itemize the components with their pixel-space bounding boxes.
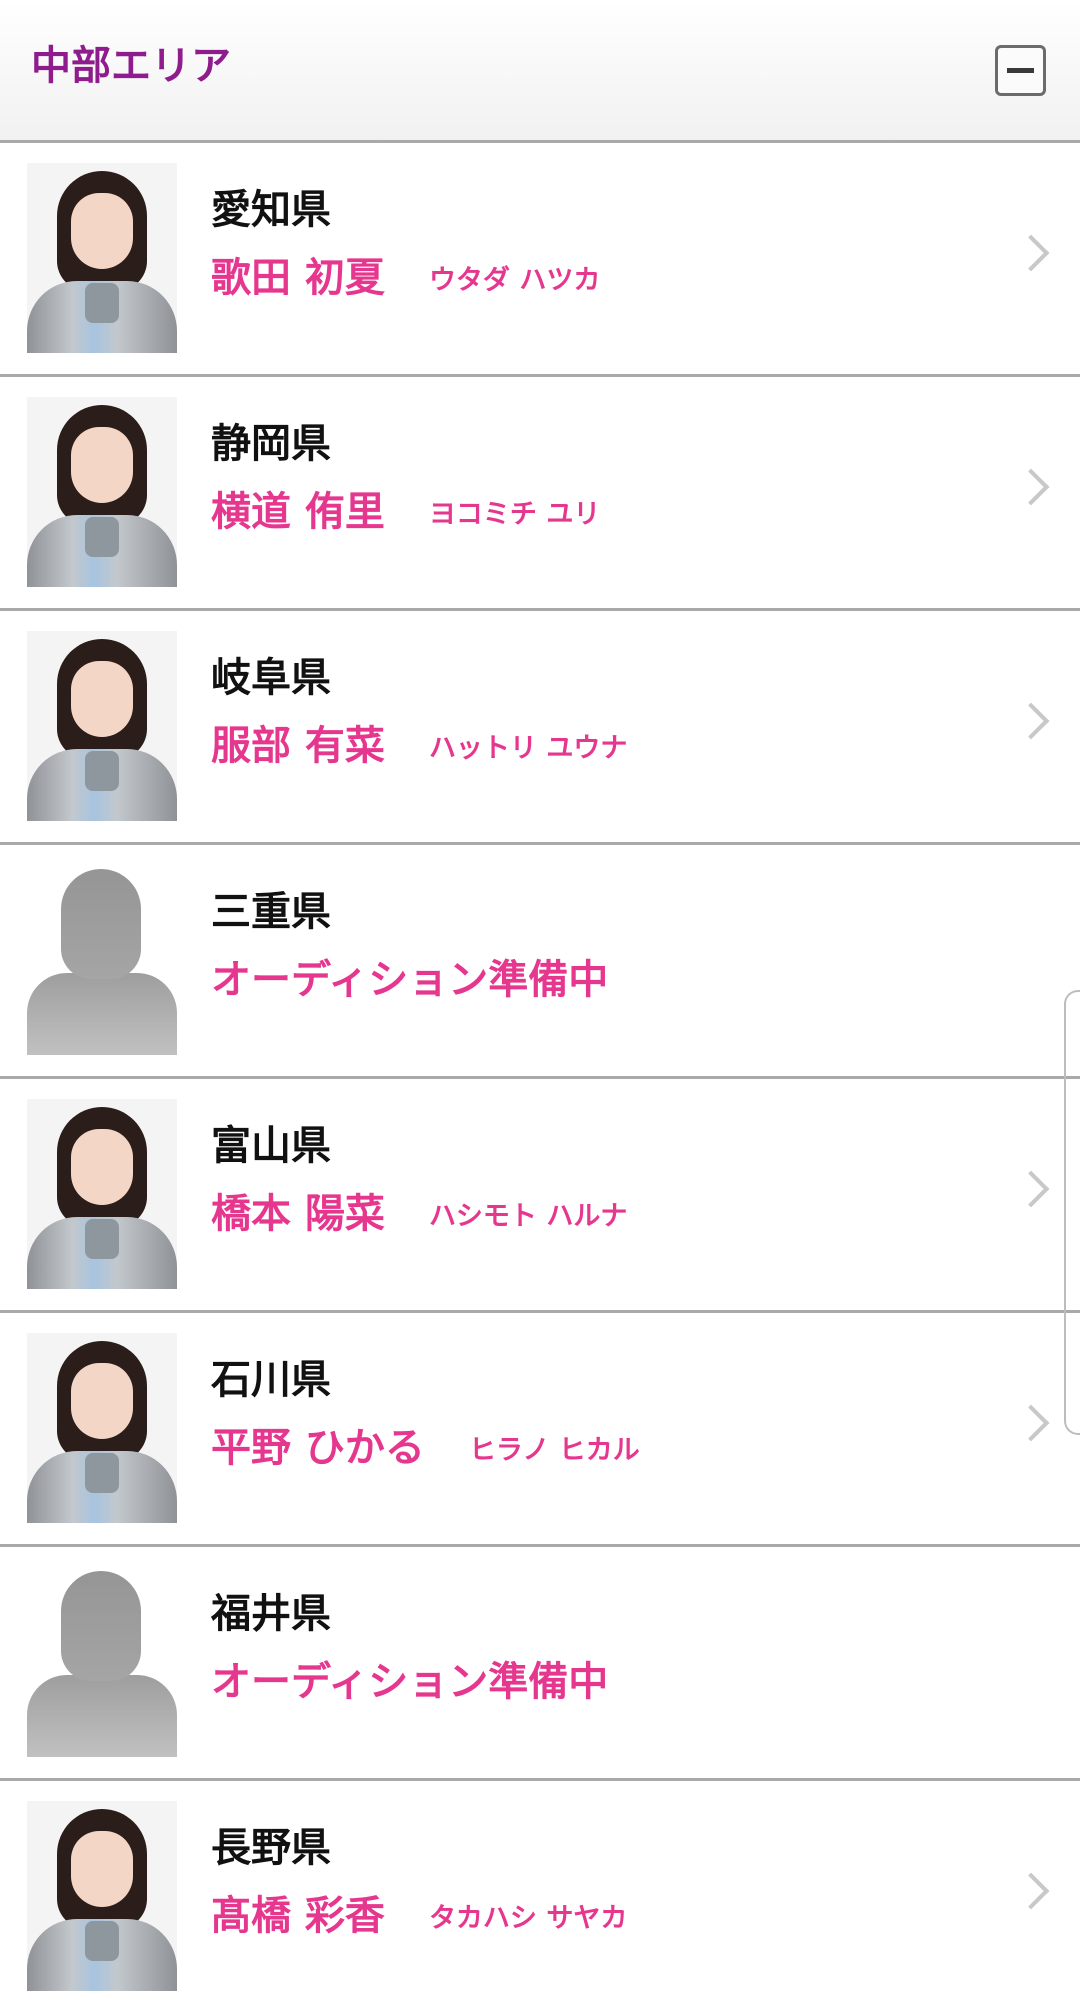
audition-status: オーディション準備中 (211, 957, 609, 1003)
member-name: 歌田 初夏 (211, 255, 385, 301)
chevron-right-icon (1012, 702, 1050, 740)
minus-icon (1007, 68, 1034, 73)
prefecture-label: 三重県 (211, 889, 331, 935)
member-kana: タカハシ サヤカ (428, 1903, 628, 1934)
member-photo (27, 1801, 177, 1991)
silhouette-placeholder (27, 1567, 177, 1757)
member-kana: ヒラノ ヒカル (468, 1435, 640, 1466)
member-row-shizuoka[interactable]: 静岡県 横道 侑里 ヨコミチ ユリ (0, 377, 1080, 611)
member-row-aichi[interactable]: 愛知県 歌田 初夏 ウタダ ハツカ (0, 143, 1080, 377)
chevron-right-icon (1012, 234, 1050, 272)
prefecture-label: 長野県 (211, 1825, 331, 1871)
prefecture-label: 富山県 (211, 1123, 331, 1169)
member-kana: ヨコミチ ユリ (428, 499, 601, 530)
member-photo (27, 1099, 177, 1289)
silhouette-placeholder (27, 865, 177, 1055)
member-name: 平野 ひかる (211, 1425, 425, 1471)
member-kana: ハシモト ハルナ (428, 1201, 628, 1232)
member-name: 橋本 陽菜 (211, 1191, 385, 1237)
member-kana: ハットリ ユウナ (428, 733, 628, 764)
collapse-button[interactable] (995, 45, 1046, 96)
member-row-gifu[interactable]: 岐阜県 服部 有菜 ハットリ ユウナ (0, 611, 1080, 845)
member-row-ishikawa[interactable]: 石川県 平野 ひかる ヒラノ ヒカル (0, 1313, 1080, 1547)
member-kana: ウタダ ハツカ (428, 265, 601, 296)
area-title: 中部エリア (31, 43, 231, 89)
member-photo (27, 1333, 177, 1523)
prefecture-label: 岐阜県 (211, 655, 331, 701)
prefecture-label: 愛知県 (211, 187, 331, 233)
prefecture-label: 石川県 (211, 1357, 331, 1403)
member-photo (27, 163, 177, 353)
chevron-right-icon (1012, 468, 1050, 506)
chevron-right-icon (1012, 1170, 1050, 1208)
area-header: 中部エリア (0, 0, 1080, 143)
chevron-right-icon (1012, 1404, 1050, 1442)
prefecture-label: 静岡県 (211, 421, 331, 467)
member-name: 髙橋 彩香 (211, 1893, 385, 1939)
member-name: 服部 有菜 (211, 723, 385, 769)
audition-status: オーディション準備中 (211, 1659, 609, 1705)
member-row-mie: 三重県 オーディション準備中 (0, 845, 1080, 1079)
chevron-right-icon (1012, 1872, 1050, 1910)
member-photo (27, 397, 177, 587)
member-row-toyama[interactable]: 富山県 橋本 陽菜 ハシモト ハルナ (0, 1079, 1080, 1313)
member-list: 愛知県 歌田 初夏 ウタダ ハツカ 静岡県 横道 侑里 ヨコミチ ユリ 岐阜県 服部… (0, 143, 1080, 2015)
member-photo (27, 631, 177, 821)
prefecture-label: 福井県 (211, 1591, 331, 1637)
member-name: 横道 侑里 (211, 489, 385, 535)
member-row-nagano[interactable]: 長野県 髙橋 彩香 タカハシ サヤカ (0, 1781, 1080, 2015)
scroll-indicator[interactable] (1064, 990, 1080, 1435)
member-row-fukui: 福井県 オーディション準備中 (0, 1547, 1080, 1781)
